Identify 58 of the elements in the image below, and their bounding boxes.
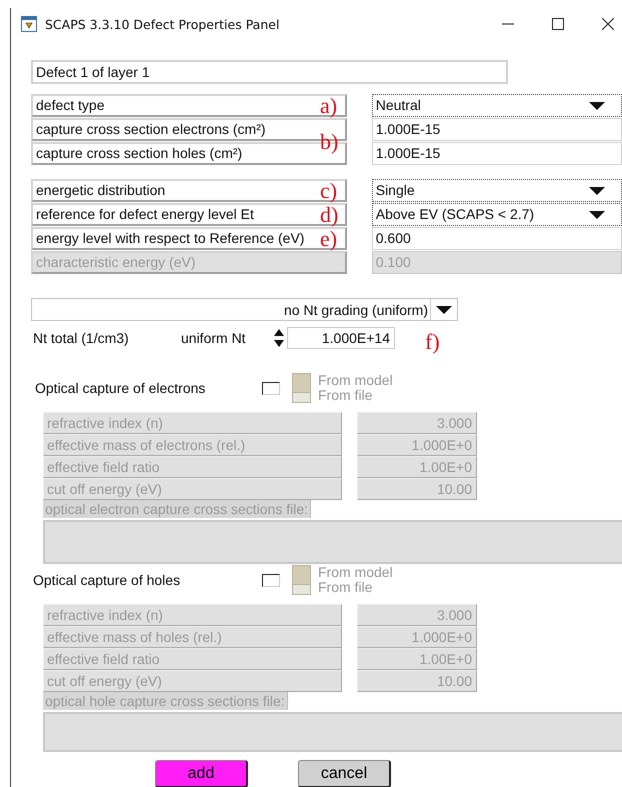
defect-name-field[interactable]: Defect 1 of layer 1 bbox=[31, 60, 508, 84]
annotation-label: e) bbox=[320, 226, 338, 250]
file-field[interactable] bbox=[43, 712, 622, 752]
app-icon bbox=[21, 16, 37, 32]
annotation-label: f) bbox=[425, 330, 440, 354]
spinner-icon[interactable] bbox=[272, 327, 286, 349]
caret-icon bbox=[589, 186, 605, 194]
caret-icon bbox=[589, 210, 605, 218]
annotation-label: d) bbox=[320, 202, 338, 226]
parameter-field[interactable]: 1.00E+0 bbox=[357, 648, 477, 670]
parameter-field[interactable]: 1.000E+0 bbox=[357, 434, 477, 456]
parameter-field[interactable]: 1.000E+0 bbox=[357, 626, 477, 648]
annotation-label: c) bbox=[320, 178, 338, 202]
source-option[interactable]: From file bbox=[318, 388, 393, 403]
parameter-label: cut off energy (eV) bbox=[43, 670, 342, 692]
parameter-field[interactable]: 0.600 bbox=[372, 227, 622, 250]
source-toggle-icon bbox=[292, 565, 311, 595]
parameter-label: effective mass of holes (rel.) bbox=[43, 626, 342, 648]
close-icon[interactable] bbox=[602, 18, 614, 30]
parameter-label: cut off energy (eV) bbox=[43, 478, 342, 500]
source-option[interactable]: From model bbox=[318, 373, 393, 388]
caret-icon bbox=[436, 306, 452, 314]
source-toggle-icon bbox=[292, 373, 311, 403]
checkbox[interactable] bbox=[262, 574, 280, 586]
caret-icon bbox=[589, 102, 605, 110]
nt-mode-label: uniform Nt bbox=[181, 330, 247, 346]
file-field[interactable] bbox=[43, 520, 622, 564]
parameter-dropdown[interactable]: Neutral bbox=[372, 94, 622, 117]
add-button[interactable]: add bbox=[155, 760, 248, 787]
parameter-label: characteristic energy (eV) bbox=[31, 251, 347, 274]
annotation-label: a) bbox=[320, 94, 338, 118]
cancel-button[interactable]: cancel bbox=[298, 760, 391, 787]
parameter-field[interactable]: 1.00E+0 bbox=[357, 456, 477, 478]
source-option[interactable]: From model bbox=[318, 565, 393, 580]
parameter-label: effective mass of electrons (rel.) bbox=[43, 434, 342, 456]
parameter-field[interactable]: 1.000E-15 bbox=[372, 142, 622, 165]
parameter-field[interactable]: 10.00 bbox=[357, 670, 477, 692]
window-title: SCAPS 3.3.10 Defect Properties Panel bbox=[45, 16, 280, 32]
nt-total-label: Nt total (1/cm3) bbox=[32, 330, 130, 346]
parameter-field[interactable]: 10.00 bbox=[357, 478, 477, 500]
parameter-dropdown[interactable]: Above EV (SCAPS < 2.7) bbox=[372, 203, 622, 226]
section-title: Optical capture of holes bbox=[32, 572, 182, 588]
grading-dropdown[interactable]: no Nt grading (uniform) bbox=[31, 298, 458, 321]
parameter-dropdown[interactable]: Single bbox=[372, 179, 622, 202]
checkbox[interactable] bbox=[262, 382, 280, 394]
file-label: optical hole capture cross sections file: bbox=[43, 692, 288, 710]
file-label: optical electron capture cross sections file: bbox=[43, 500, 312, 518]
parameter-field[interactable]: 1.000E-15 bbox=[372, 118, 622, 141]
maximize-icon[interactable] bbox=[552, 18, 564, 30]
parameter-field[interactable]: 3.000 bbox=[357, 604, 477, 626]
source-option[interactable]: From file bbox=[318, 580, 393, 595]
parameter-label: refractive index (n) bbox=[43, 604, 342, 626]
nt-value-field[interactable]: 1.000E+14 bbox=[287, 327, 395, 349]
parameter-label: effective field ratio bbox=[43, 456, 342, 478]
parameter-field[interactable]: 3.000 bbox=[357, 412, 477, 434]
parameter-label: effective field ratio bbox=[43, 648, 342, 670]
section-title: Optical capture of electrons bbox=[34, 380, 206, 396]
parameter-label: refractive index (n) bbox=[43, 412, 342, 434]
